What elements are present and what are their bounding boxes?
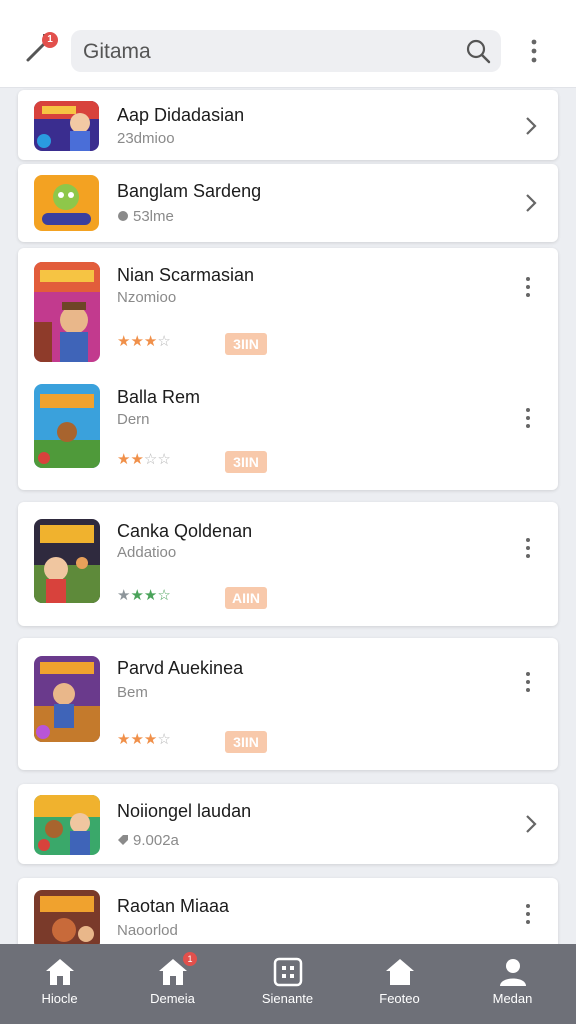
app-icon bbox=[34, 519, 100, 603]
app-icon bbox=[34, 175, 99, 231]
list-item[interactable]: Banglam Sardeng 53lme bbox=[18, 164, 558, 242]
app-icon bbox=[34, 101, 99, 151]
rating-stars: ★★★☆ bbox=[117, 731, 171, 748]
app-icon bbox=[34, 795, 100, 855]
item-title: Raotan Miaaa bbox=[117, 896, 230, 916]
chevron-right-icon[interactable] bbox=[522, 192, 540, 214]
app-icon bbox=[34, 384, 100, 468]
get-button[interactable]: 3IIN bbox=[225, 731, 267, 753]
search-input[interactable]: Gitama bbox=[71, 30, 501, 72]
list-item[interactable]: Balla Rem Dern ★★☆☆ 3IIN bbox=[18, 370, 558, 490]
app-icon bbox=[34, 656, 100, 742]
item-subtitle: Naoorlod bbox=[117, 922, 178, 939]
item-subtitle-text: 9.002a bbox=[133, 832, 179, 849]
more-vert-icon[interactable] bbox=[520, 536, 536, 560]
top-bar: 1 Gitama bbox=[0, 0, 576, 88]
more-vert-icon[interactable] bbox=[520, 670, 536, 694]
person-icon bbox=[497, 956, 529, 988]
list-card: Nian Scarmasian Nzomioo ★★★☆ 3IIN Balla … bbox=[18, 248, 558, 490]
home-icon bbox=[384, 956, 416, 988]
list-card: Parvd Auekinea Bem ★★★☆ 3IIN bbox=[18, 638, 558, 770]
item-title: Balla Rem bbox=[117, 387, 201, 407]
nav-label: Sienante bbox=[261, 991, 314, 1006]
nav-label: Hiocle bbox=[41, 991, 78, 1006]
chevron-right-icon[interactable] bbox=[522, 115, 540, 137]
list-item[interactable]: Canka Qoldenan Addatioo ★★★☆ AIIN bbox=[18, 502, 558, 626]
get-button[interactable]: 3IIN bbox=[225, 451, 267, 473]
item-subtitle: Nzomioo bbox=[117, 289, 177, 306]
app-icon bbox=[34, 262, 100, 362]
item-title: Banglam Sardeng bbox=[117, 181, 262, 201]
item-subtitle: Addatioo bbox=[117, 544, 177, 561]
nav-label: Feoteo bbox=[379, 991, 420, 1006]
more-vert-icon[interactable] bbox=[520, 406, 536, 430]
rating-stars: ★★★☆ bbox=[117, 333, 171, 350]
tag-icon bbox=[117, 833, 129, 845]
nav-item-demeia[interactable]: 1 Demeia bbox=[115, 944, 230, 1024]
nav-item-medan[interactable]: Medan bbox=[455, 944, 570, 1024]
notification-badge: 1 bbox=[42, 32, 58, 48]
nav-item-hiocle[interactable]: Hiocle bbox=[2, 944, 117, 1024]
item-subtitle: 9.002a bbox=[117, 832, 179, 849]
rating-stars: ★★☆☆ bbox=[117, 451, 171, 468]
item-title: Noiiongel laudan bbox=[117, 801, 252, 821]
more-vert-icon[interactable] bbox=[520, 275, 536, 299]
list-card: Canka Qoldenan Addatioo ★★★☆ AIIN bbox=[18, 502, 558, 626]
get-button[interactable]: 3IIN bbox=[225, 333, 267, 355]
item-title: Nian Scarmasian bbox=[117, 265, 255, 285]
rating-stars: ★★★☆ bbox=[117, 587, 171, 604]
list-card: Aap Didadasian 23dmioo bbox=[18, 90, 558, 160]
nav-badge: 1 bbox=[183, 952, 197, 966]
get-button[interactable]: AIIN bbox=[225, 587, 267, 609]
item-subtitle-text: 53lme bbox=[133, 208, 174, 225]
grid-icon bbox=[272, 956, 304, 988]
list-item[interactable]: Nian Scarmasian Nzomioo ★★★☆ 3IIN bbox=[18, 248, 558, 370]
app-icon bbox=[34, 890, 100, 950]
item-title: Canka Qoldenan bbox=[117, 521, 253, 541]
item-subtitle: 23dmioo bbox=[117, 130, 175, 147]
item-subtitle: 53lme bbox=[117, 208, 174, 225]
list-item[interactable]: Aap Didadasian 23dmioo bbox=[18, 90, 558, 160]
nav-item-sienante[interactable]: Sienante bbox=[230, 944, 345, 1024]
search-icon[interactable] bbox=[465, 38, 491, 64]
item-title: Parvd Auekinea bbox=[117, 658, 244, 678]
bottom-navigation: Hiocle 1 Demeia Sienante Feoteo Medan bbox=[0, 944, 576, 1024]
nav-label: Demeia bbox=[150, 991, 195, 1006]
list-card: Noiiongel laudan 9.002a bbox=[18, 784, 558, 864]
item-subtitle: Dern bbox=[117, 411, 150, 428]
list-item[interactable]: Parvd Auekinea Bem ★★★☆ 3IIN bbox=[18, 638, 558, 770]
list-item[interactable]: Noiiongel laudan 9.002a bbox=[18, 784, 558, 864]
item-title: Aap Didadasian bbox=[117, 105, 245, 125]
search-query: Gitama bbox=[83, 40, 151, 63]
home-icon bbox=[44, 956, 76, 988]
item-subtitle: Bem bbox=[117, 684, 148, 701]
tag-icon bbox=[117, 209, 129, 221]
nav-item-feoteo[interactable]: Feoteo bbox=[342, 944, 457, 1024]
nav-label: Medan bbox=[492, 991, 533, 1006]
chevron-right-icon[interactable] bbox=[522, 813, 540, 835]
more-vert-icon[interactable] bbox=[520, 902, 536, 926]
more-vert-icon[interactable] bbox=[522, 36, 546, 66]
list-card: Banglam Sardeng 53lme bbox=[18, 164, 558, 242]
